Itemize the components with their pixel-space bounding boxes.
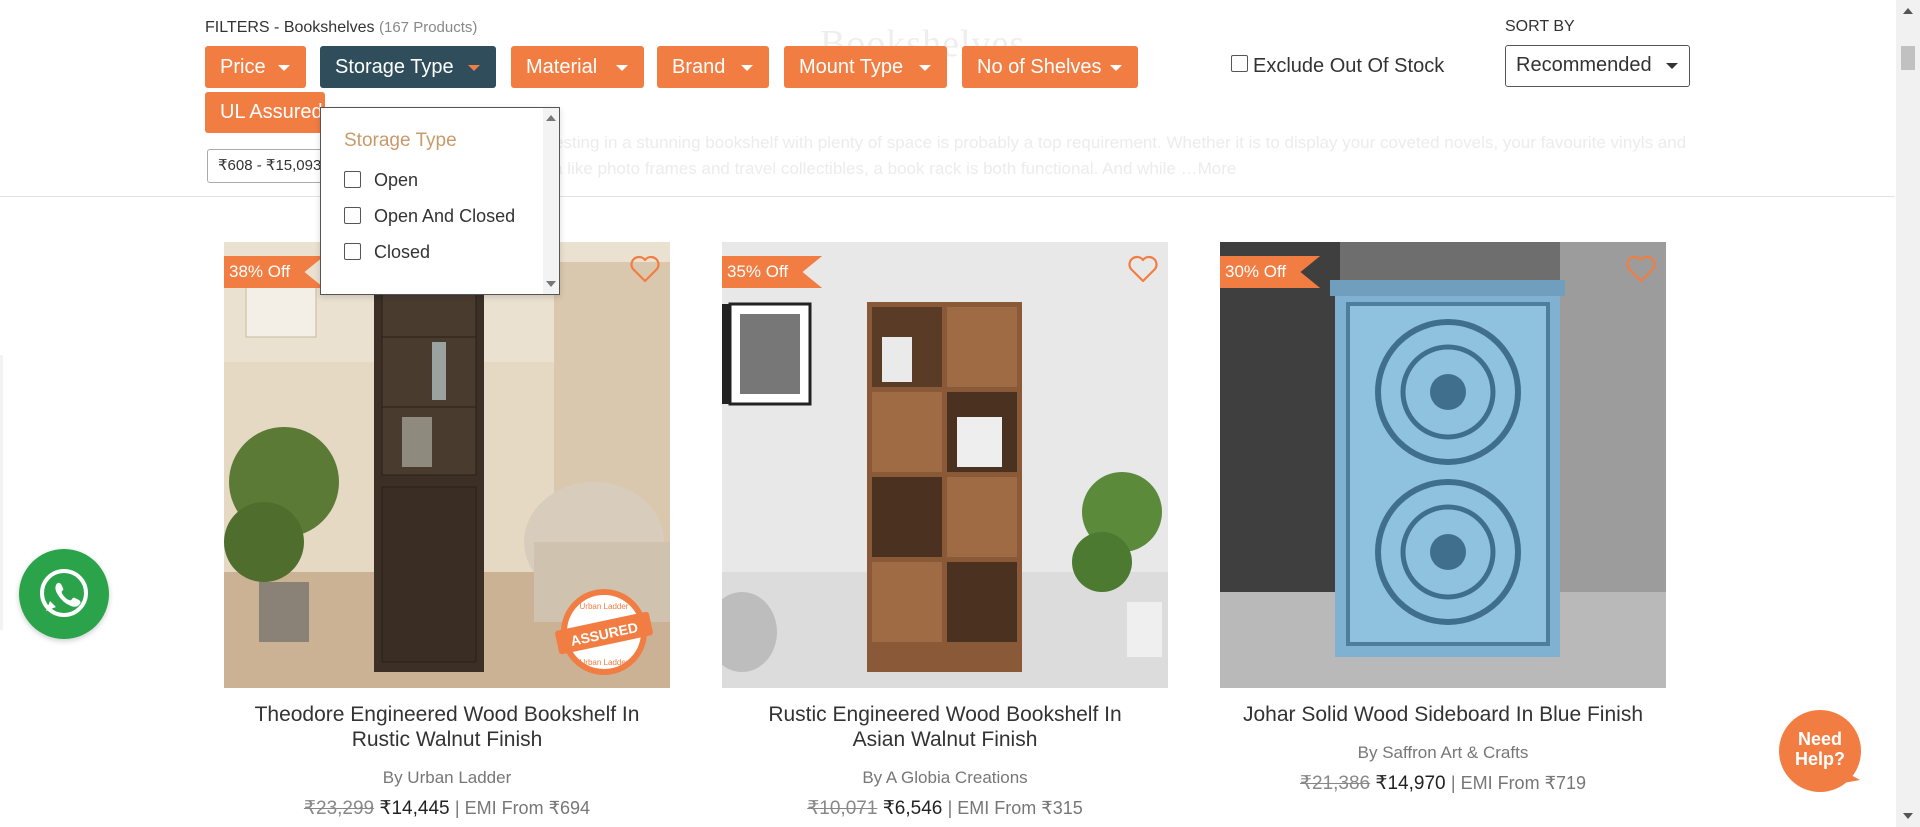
header-divider — [0, 196, 1895, 197]
bookshelf-photo — [722, 242, 1168, 688]
caret-down-icon — [616, 65, 628, 71]
product-name-line2: Rustic Walnut Finish — [351, 728, 543, 751]
caret-down-icon — [468, 65, 480, 71]
option-open-checkbox[interactable] — [344, 170, 361, 188]
filter-material-button[interactable]: Material — [511, 46, 644, 88]
emi-text: | EMI From ₹315 — [947, 798, 1083, 818]
need-help-line2: Help? — [1794, 749, 1845, 769]
caret-down-icon — [278, 65, 290, 71]
original-price: ₹10,071 — [807, 798, 878, 819]
scroll-down-arrow-icon[interactable] — [1903, 813, 1913, 819]
scroll-down-arrow-icon[interactable] — [546, 281, 556, 287]
filter-price-button[interactable]: Price — [205, 46, 306, 88]
filter-brand-button[interactable]: Brand — [657, 46, 769, 88]
storage-type-dropdown: Storage Type Open Open And Closed Closed — [320, 107, 560, 295]
whatsapp-icon — [40, 569, 88, 617]
original-price: ₹23,299 — [303, 798, 375, 819]
sideboard-photo — [1220, 242, 1666, 688]
scroll-up-arrow-icon[interactable] — [1903, 8, 1913, 14]
option-closed-checkbox[interactable] — [344, 242, 361, 260]
scroll-up-arrow-icon[interactable] — [546, 115, 556, 121]
sale-price: ₹6,546 — [882, 798, 943, 819]
product-name-line2: Asian Walnut Finish — [852, 728, 1038, 751]
caret-down-icon — [919, 65, 931, 71]
filter-storage-type-label: Storage Type — [335, 56, 454, 78]
exclude-out-of-stock-label: Exclude Out Of Stock — [1253, 55, 1445, 77]
option-open-and-closed-label: Open And Closed — [374, 206, 516, 226]
product-name[interactable]: Johar Solid Wood Sideboard In Blue Finis… — [1220, 702, 1666, 727]
product-card[interactable]: 38% Off ASSURED Urban Ladder Urban Ladde… — [224, 242, 670, 820]
dropdown-title: Storage Type — [344, 130, 457, 151]
wishlist-heart-icon[interactable] — [1128, 255, 1158, 283]
option-closed[interactable]: Closed — [344, 242, 430, 263]
filter-ul-assured-button[interactable]: UL Assured — [205, 92, 325, 133]
product-card[interactable]: 35% Off Rustic Engineered Wood Bookshelf… — [722, 242, 1168, 820]
emi-text: | EMI From ₹719 — [1450, 773, 1587, 793]
emi-text: | EMI From ₹694 — [454, 798, 591, 818]
filter-no-of-shelves-button[interactable]: No of Shelves — [962, 46, 1138, 88]
caret-down-icon — [1666, 63, 1678, 69]
filter-material-label: Material — [526, 56, 598, 78]
applied-price-chip[interactable]: ₹608 - ₹15,093 — [207, 149, 327, 183]
exclude-out-of-stock[interactable]: Exclude Out Of Stock — [1231, 55, 1444, 78]
product-name-line1: Theodore Engineered Wood Bookshelf In — [254, 703, 640, 726]
filter-no-of-shelves-label: No of Shelves — [977, 56, 1102, 78]
product-image[interactable]: 30% Off — [1220, 242, 1666, 688]
dropdown-scrollbar[interactable] — [543, 108, 559, 294]
product-image[interactable]: 38% Off ASSURED Urban Ladder Urban Ladde… — [224, 242, 670, 688]
caret-down-icon — [1110, 65, 1122, 71]
option-open[interactable]: Open — [344, 170, 418, 191]
left-edge-panel — [0, 355, 3, 630]
filters-title: FILTERS - Bookshelves — [205, 19, 375, 36]
sort-selected-value: Recommended — [1516, 54, 1652, 76]
filters-heading: FILTERS - Bookshelves (167 Products) — [205, 19, 477, 37]
sort-by-select[interactable]: Recommended — [1505, 45, 1690, 87]
assured-ring-bottom: Urban Ladder — [580, 658, 629, 667]
whatsapp-button[interactable] — [19, 549, 109, 639]
product-name-line1: Rustic Engineered Wood Bookshelf In — [768, 703, 1122, 726]
option-open-label: Open — [374, 170, 419, 190]
sort-by-label: SORT BY — [1505, 18, 1575, 35]
product-price: ₹10,071 ₹6,546 | EMI From ₹315 — [722, 797, 1168, 820]
filter-brand-label: Brand — [672, 56, 726, 78]
wishlist-heart-icon[interactable] — [630, 255, 660, 283]
option-open-and-closed-checkbox[interactable] — [344, 206, 361, 224]
scrollbar-thumb[interactable] — [1901, 46, 1915, 70]
product-image[interactable]: 35% Off — [722, 242, 1168, 688]
original-price: ₹21,386 — [1299, 773, 1371, 794]
caret-down-icon — [741, 65, 753, 71]
filter-mount-type-button[interactable]: Mount Type — [784, 46, 947, 88]
product-brand: By A Globia Creations — [862, 768, 1028, 787]
option-open-and-closed[interactable]: Open And Closed — [344, 206, 515, 227]
exclude-out-of-stock-checkbox[interactable] — [1231, 55, 1248, 72]
product-price: ₹23,299 ₹14,445 | EMI From ₹694 — [224, 797, 670, 820]
filter-storage-type-button[interactable]: Storage Type — [320, 46, 496, 88]
filter-price-label: Price — [220, 56, 266, 78]
assured-ring-top: Urban Ladder — [580, 602, 629, 611]
applied-price-label: ₹608 - ₹15,093 — [218, 157, 322, 174]
product-card[interactable]: 30% Off Johar Solid Wood Sideboard In Bl… — [1220, 242, 1666, 795]
category-description-ghost: …when investing in a stunning bookshelf … — [470, 133, 1687, 178]
page-scrollbar[interactable] — [1896, 0, 1920, 827]
sale-price: ₹14,445 — [379, 798, 450, 819]
ul-assured-badge-icon: ASSURED Urban Ladder Urban Ladder — [555, 589, 653, 675]
sale-price: ₹14,970 — [1375, 773, 1446, 794]
filter-mount-type-label: Mount Type — [799, 56, 904, 78]
product-name[interactable]: Theodore Engineered Wood Bookshelf In Ru… — [224, 702, 670, 752]
filter-ul-assured-label: UL Assured — [220, 101, 323, 123]
need-help-line1: Need — [1797, 729, 1842, 749]
wishlist-heart-icon[interactable] — [1626, 255, 1656, 283]
product-brand: By Urban Ladder — [382, 768, 512, 787]
product-price: ₹21,386 ₹14,970 | EMI From ₹719 — [1220, 772, 1666, 795]
product-name[interactable]: Rustic Engineered Wood Bookshelf In Asia… — [722, 702, 1168, 752]
help-bubble-tail — [1838, 768, 1860, 784]
product-count: (167 Products) — [379, 19, 478, 36]
option-closed-label: Closed — [374, 242, 431, 262]
product-name-line1: Johar Solid Wood Sideboard In Blue Finis… — [1242, 703, 1643, 726]
product-brand: By Saffron Art & Crafts — [1357, 743, 1529, 762]
